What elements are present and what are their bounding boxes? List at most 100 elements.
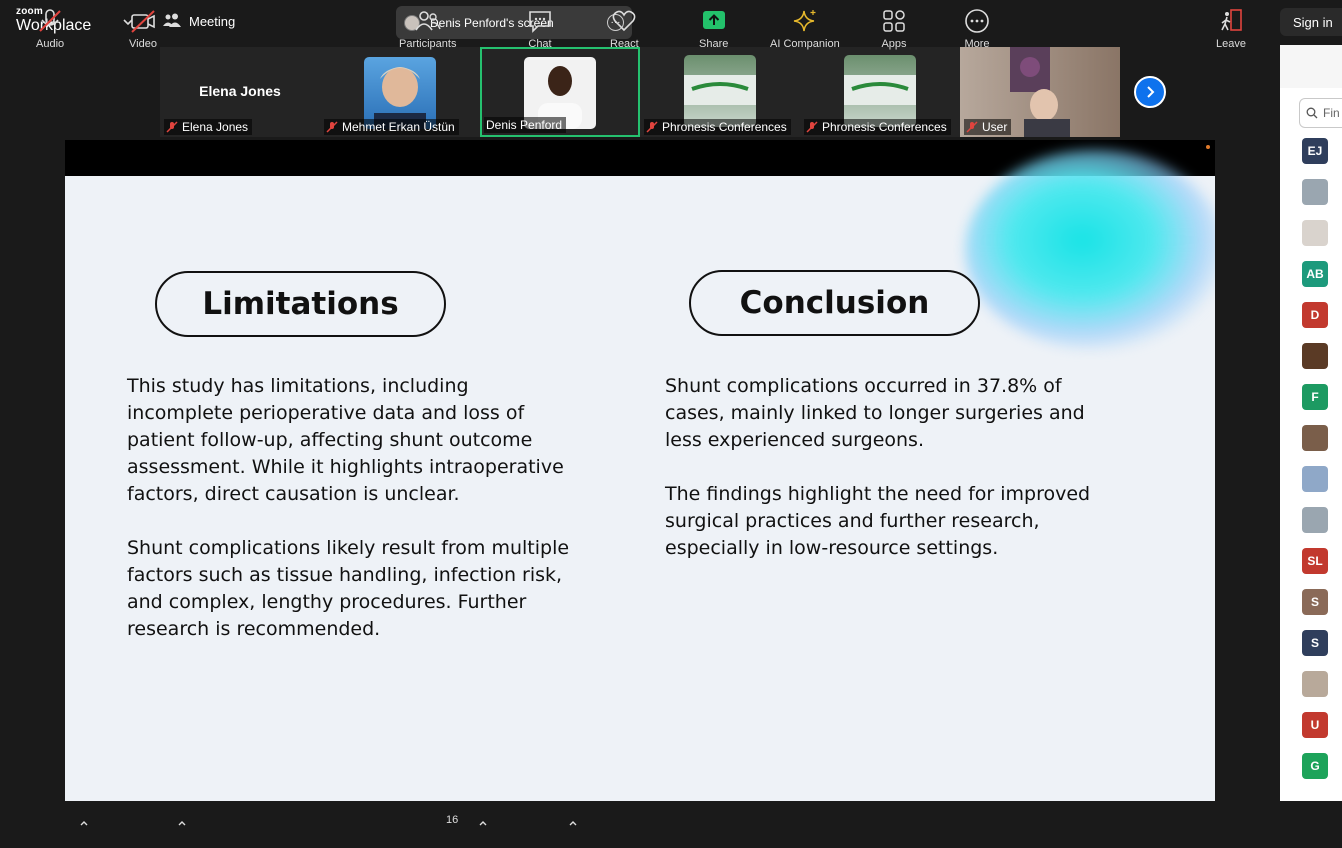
tile-label: User: [964, 119, 1012, 135]
conclusion-paragraph: The findings highlight the need for impr…: [665, 483, 1091, 559]
conclusion-heading: Conclusion: [689, 270, 980, 336]
video-tile-active-speaker[interactable]: Denis Penford: [480, 47, 640, 137]
participant-avatar-photo[interactable]: [1302, 425, 1328, 451]
share-button[interactable]: Share: [699, 8, 728, 50]
meeting-label: Meeting: [189, 13, 236, 29]
audio-button[interactable]: Audio: [36, 8, 64, 50]
video-off-icon: [131, 10, 155, 33]
audio-label: Audio: [36, 38, 65, 50]
share-indicator-dot: [1206, 145, 1210, 149]
sign-in-button[interactable]: Sign in: [1280, 8, 1342, 36]
participants-button[interactable]: Participants: [399, 8, 456, 50]
chat-icon: [529, 11, 551, 33]
video-tile[interactable]: User: [960, 47, 1120, 137]
leave-icon: [1221, 9, 1242, 31]
shared-screen: Limitations Conclusion This study has li…: [65, 140, 1215, 801]
video-tile[interactable]: Phronesis Conferences: [800, 47, 960, 137]
chevron-up-icon[interactable]: [177, 818, 187, 828]
participant-avatar-initials[interactable]: U: [1302, 712, 1328, 738]
video-tile[interactable]: Mehmet Erkan Üstün: [320, 47, 480, 137]
meeting-toolbar: [0, 801, 1342, 848]
panel-header: [1280, 45, 1342, 88]
sparkle-icon: [793, 10, 816, 32]
video-button[interactable]: Video: [129, 8, 157, 50]
chevron-up-icon[interactable]: [478, 818, 488, 828]
participant-avatar-initials[interactable]: EJ: [1302, 138, 1328, 164]
chevron-up-icon[interactable]: [79, 818, 89, 828]
heart-icon: [612, 10, 636, 32]
meeting-people-icon: [163, 13, 181, 27]
participant-avatar-photo[interactable]: [1302, 671, 1328, 697]
mic-muted-icon: [966, 121, 978, 133]
mic-muted-icon: [166, 121, 178, 133]
participant-avatar-initials[interactable]: AB: [1302, 261, 1328, 287]
video-strip: Elena Jones Elena Jones Mehmet Erkan Üst…: [160, 47, 1120, 137]
participant-name: Denis Penford: [486, 118, 563, 132]
participant-avatar-initials[interactable]: SL: [1302, 548, 1328, 574]
top-bar: zoom Workplace Meeting Denis Penford's s…: [0, 0, 1342, 45]
participant-avatar-initials[interactable]: F: [1302, 384, 1328, 410]
participant-name: Phronesis Conferences: [822, 120, 947, 134]
react-button[interactable]: React: [610, 8, 639, 50]
tile-label: Mehmet Erkan Üstün: [324, 119, 459, 135]
limitations-paragraph: Shunt complications likely result from m…: [127, 537, 570, 640]
apps-icon: [883, 10, 905, 32]
participant-search-input[interactable]: Fin: [1299, 98, 1342, 128]
participant-avatar-photo[interactable]: [1302, 220, 1328, 246]
tile-big-name: Elena Jones: [199, 83, 281, 99]
share-label: Share: [699, 38, 729, 50]
chat-button[interactable]: Chat: [527, 8, 553, 50]
participant-name: User: [982, 120, 1008, 134]
leave-button[interactable]: Leave: [1216, 8, 1246, 50]
leave-label: Leave: [1216, 38, 1246, 50]
video-tile[interactable]: Phronesis Conferences: [640, 47, 800, 137]
participant-avatar-initials[interactable]: G: [1302, 753, 1328, 779]
video-label: Video: [129, 38, 157, 50]
apps-button[interactable]: Apps: [881, 8, 907, 50]
more-label: More: [964, 38, 990, 50]
participant-avatar-photo[interactable]: [1302, 507, 1328, 533]
mic-muted-icon: [39, 9, 61, 32]
chevron-right-icon: [1147, 86, 1155, 98]
apps-label: Apps: [881, 38, 907, 50]
mic-muted-icon: [646, 121, 658, 133]
participant-name: Phronesis Conferences: [662, 120, 787, 134]
search-placeholder: Fin: [1323, 106, 1340, 120]
tile-label: Elena Jones: [164, 119, 253, 135]
next-page-button[interactable]: [1134, 76, 1166, 108]
participant-name: Mehmet Erkan Üstün: [342, 120, 455, 134]
participant-avatar-initials[interactable]: S: [1302, 630, 1328, 656]
search-icon: [1306, 107, 1318, 119]
decorative-gradient: [965, 150, 1215, 350]
chat-label: Chat: [528, 38, 552, 50]
participant-avatar-initials[interactable]: D: [1302, 302, 1328, 328]
conclusion-text: Shunt complications occurred in 37.8% of…: [665, 373, 1095, 589]
tile-label: Phronesis Conferences: [644, 119, 791, 135]
participant-avatar-photo[interactable]: [1302, 179, 1328, 205]
mic-muted-icon: [326, 121, 338, 133]
participants-label: Participants: [399, 38, 457, 50]
ai-companion-button[interactable]: AI Companion: [770, 8, 840, 50]
share-screen-icon: [702, 11, 725, 29]
participant-photo: [684, 55, 756, 127]
ai-companion-label: AI Companion: [770, 38, 840, 50]
participant-avatar-initials[interactable]: S: [1302, 589, 1328, 615]
chevron-up-icon[interactable]: [568, 818, 578, 828]
video-tile[interactable]: Elena Jones Elena Jones: [160, 47, 320, 137]
mic-muted-icon: [806, 121, 818, 133]
participant-avatar-photo[interactable]: [1302, 343, 1328, 369]
more-icon: [965, 9, 989, 33]
meeting-menu[interactable]: Meeting: [163, 13, 235, 29]
participant-avatar-photo[interactable]: [1302, 466, 1328, 492]
participant-name: Elena Jones: [182, 120, 249, 134]
participant-photo: [844, 55, 916, 127]
participant-count: 16: [446, 814, 459, 826]
react-label: React: [610, 38, 639, 50]
more-button[interactable]: More: [964, 8, 990, 50]
conclusion-paragraph: Shunt complications occurred in 37.8% of…: [665, 375, 1085, 451]
participants-icon: [415, 11, 441, 31]
limitations-heading: Limitations: [155, 271, 446, 337]
tile-label: Phronesis Conferences: [804, 119, 951, 135]
tile-label: Denis Penford: [484, 117, 567, 133]
limitations-text: This study has limitations, including in…: [127, 373, 577, 670]
